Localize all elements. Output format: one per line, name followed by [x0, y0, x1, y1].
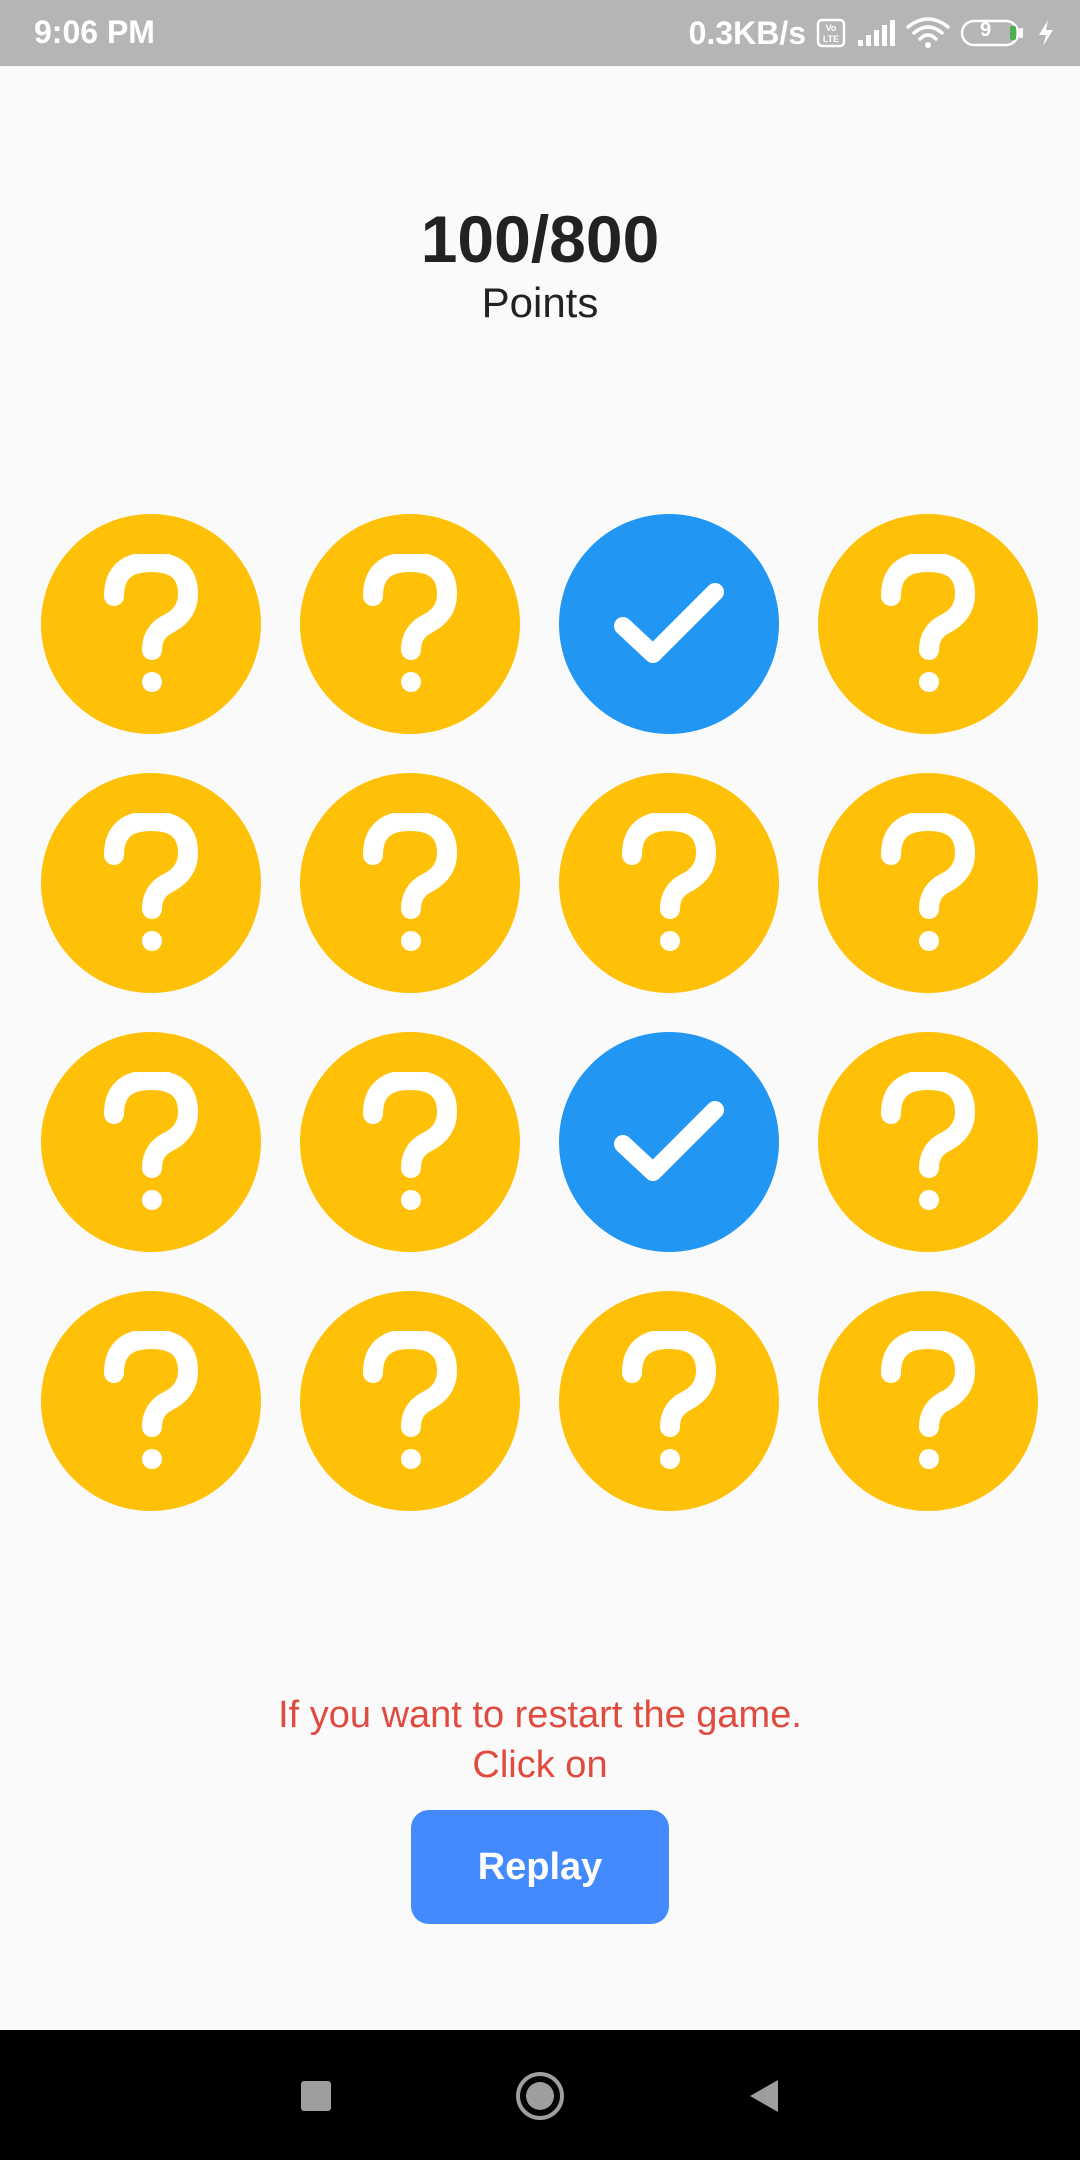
question-mark-icon [355, 1331, 465, 1471]
back-icon[interactable] [736, 2068, 792, 2124]
home-icon[interactable] [512, 2068, 568, 2124]
question-mark-icon [614, 813, 724, 953]
question-mark-icon [96, 1072, 206, 1212]
status-bar: 9:06 PM 0.3KB/s Vo LTE 9 [0, 0, 1080, 66]
tile-hidden[interactable] [559, 1291, 779, 1511]
tile-found[interactable] [559, 514, 779, 734]
question-mark-icon [873, 1072, 983, 1212]
charging-icon [1036, 18, 1056, 48]
status-right: 0.3KB/s Vo LTE 9 [689, 10, 1056, 56]
question-mark-icon [96, 1331, 206, 1471]
question-mark-icon [355, 554, 465, 694]
question-mark-icon [96, 813, 206, 953]
question-mark-icon [873, 1331, 983, 1471]
volte-icon: Vo LTE [816, 18, 846, 48]
svg-text:LTE: LTE [823, 34, 839, 44]
tile-hidden[interactable] [300, 1032, 520, 1252]
restart-message: If you want to restart the game. Click o… [0, 1690, 1080, 1790]
score-display: 100/800 Points [0, 200, 1080, 328]
question-mark-icon [873, 813, 983, 953]
signal-icon [856, 18, 896, 48]
check-icon [609, 1092, 729, 1192]
question-mark-icon [873, 554, 983, 694]
question-mark-icon [96, 554, 206, 694]
tile-hidden[interactable] [41, 1291, 261, 1511]
question-mark-icon [355, 813, 465, 953]
battery-icon: 9 [960, 17, 1026, 49]
score-label: Points [481, 279, 599, 326]
restart-message-line1: If you want to restart the game. [278, 1694, 802, 1736]
recent-apps-icon[interactable] [288, 2068, 344, 2124]
tile-hidden[interactable] [41, 773, 261, 993]
question-mark-icon [614, 1331, 724, 1471]
network-speed: 0.3KB/s [688, 14, 806, 51]
score-value: 100/800 [420, 202, 660, 276]
tile-hidden[interactable] [300, 773, 520, 993]
tile-hidden[interactable] [818, 514, 1038, 734]
replay-button[interactable]: Replay [411, 1810, 669, 1924]
tile-hidden[interactable] [559, 773, 779, 993]
tile-hidden[interactable] [300, 514, 520, 734]
tile-hidden[interactable] [818, 1032, 1038, 1252]
svg-text:Vo: Vo [826, 23, 837, 33]
question-mark-icon [355, 1072, 465, 1212]
battery-level: 9 [980, 19, 992, 41]
tile-hidden[interactable] [818, 773, 1038, 993]
restart-message-line2: Click on [472, 1744, 608, 1786]
tile-found[interactable] [559, 1032, 779, 1252]
tile-hidden[interactable] [300, 1291, 520, 1511]
navigation-bar [0, 2030, 1080, 2160]
tile-hidden[interactable] [41, 514, 261, 734]
wifi-icon [906, 17, 950, 49]
status-time: 9:06 PM [34, 14, 155, 50]
tile-hidden[interactable] [818, 1291, 1038, 1511]
check-icon [609, 574, 729, 674]
tile-hidden[interactable] [41, 1032, 261, 1252]
